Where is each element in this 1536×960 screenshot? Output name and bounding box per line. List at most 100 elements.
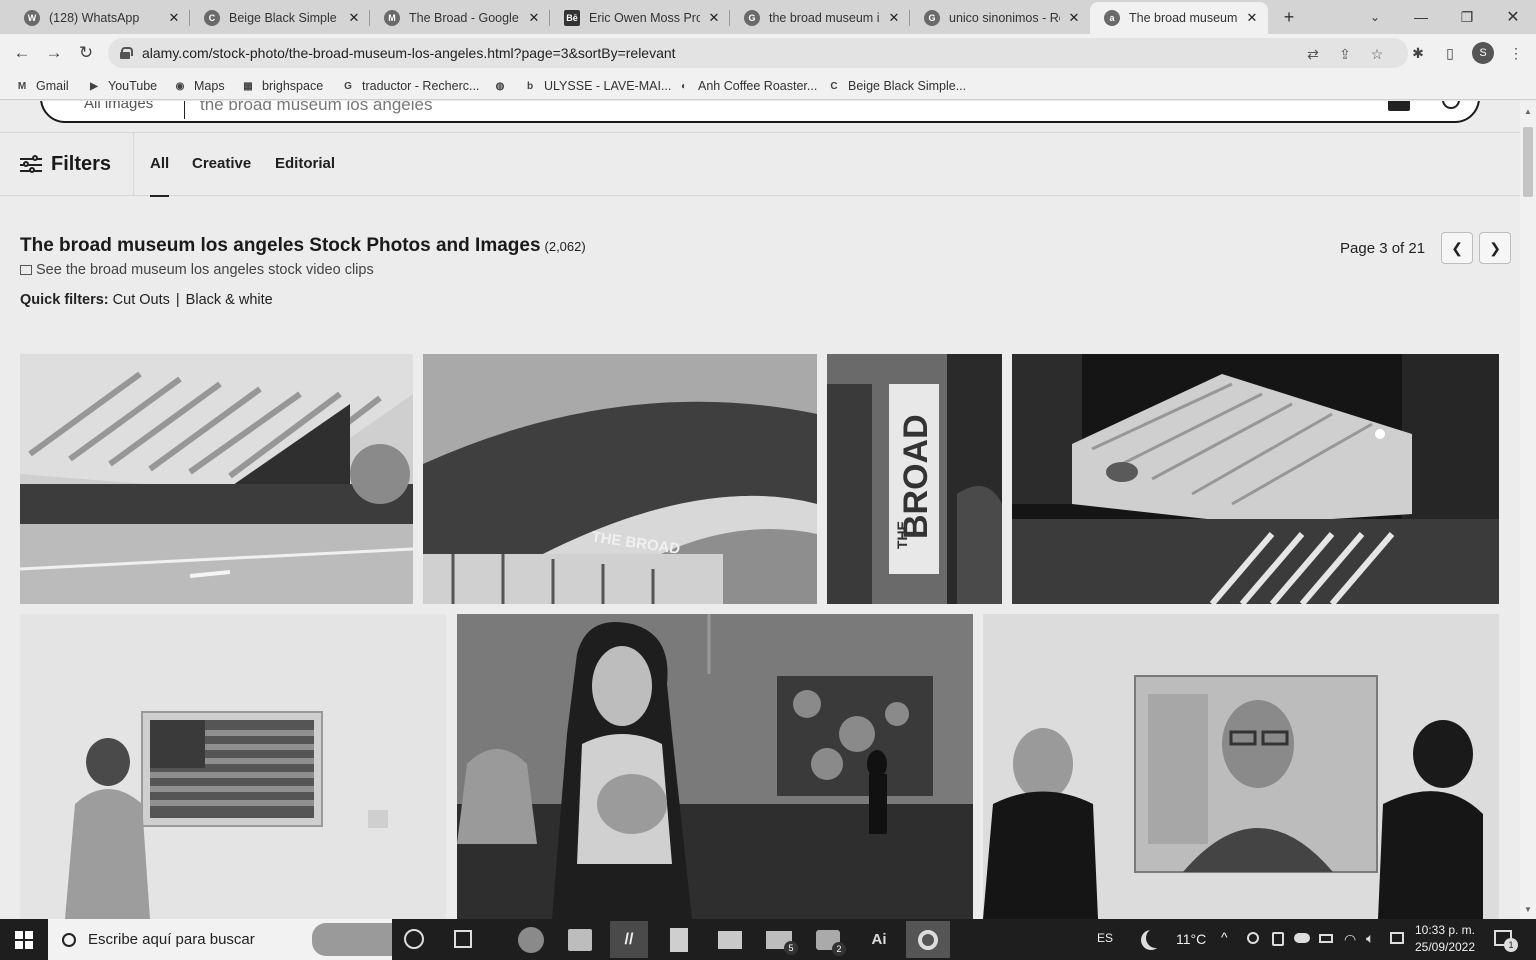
battery-icon[interactable]	[1319, 934, 1333, 943]
bookmark-canva[interactable]: C Beige Black Simple...	[826, 77, 966, 95]
translate-icon[interactable]: ⇄	[1304, 45, 1322, 63]
weather-temperature[interactable]: 11°C	[1176, 931, 1206, 947]
reload-button[interactable]: ↻	[72, 39, 100, 67]
share-icon[interactable]: ⇪	[1336, 45, 1354, 63]
tab-label: unico sinonimos - Rec	[949, 11, 1060, 25]
photo-sculpture-gallery[interactable]	[457, 614, 973, 919]
browser-tab-strip: W (128) WhatsApp ✕ C Beige Black Simple …	[0, 0, 1536, 34]
bookmark-ulysse[interactable]: b ULYSSE - LAVE-MAI...	[522, 77, 671, 95]
bookmark-brighspace[interactable]: ▦ brighspace	[240, 77, 323, 95]
input-language-indicator[interactable]: ES	[1097, 931, 1113, 945]
bookmark-gmail[interactable]: M Gmail	[14, 77, 69, 95]
page-scrollbar[interactable]: ▲ ▼	[1520, 101, 1536, 919]
keyboard-icon[interactable]	[1390, 932, 1404, 944]
task-view-icon[interactable]	[454, 930, 472, 948]
minimize-button[interactable]: —	[1406, 4, 1436, 30]
quick-filter-cut-outs[interactable]: Cut Outs	[113, 292, 170, 308]
tab-search-button[interactable]: ⌄	[1360, 4, 1390, 30]
new-tab-button[interactable]: +	[1274, 4, 1304, 30]
menu-icon[interactable]: ⋮	[1506, 43, 1526, 63]
tab-google-search-broad[interactable]: G the broad museum in ✕	[730, 2, 910, 34]
scroll-up-arrow-icon[interactable]: ▲	[1523, 107, 1533, 116]
taskbar-app-active[interactable]: //	[610, 921, 648, 958]
quick-filter-black-white[interactable]: Black & white	[186, 292, 273, 308]
bookmark-label: Gmail	[36, 79, 69, 93]
bookmark-label: Maps	[194, 79, 225, 93]
search-icon[interactable]	[1442, 101, 1460, 109]
tab-editorial[interactable]: Editorial	[275, 155, 335, 172]
taskbar-app-office[interactable]	[670, 928, 688, 952]
photo-portrait-painting-visitors[interactable]	[983, 614, 1499, 919]
photo-broad-facade-street[interactable]	[20, 354, 413, 604]
bookmark-maps[interactable]: ◉ Maps	[172, 77, 225, 95]
notification-center-button[interactable]: 1	[1494, 930, 1518, 952]
taskbar-search-box[interactable]: Escribe aquí para buscar	[48, 919, 392, 960]
close-icon[interactable]: ✕	[346, 10, 362, 26]
clock[interactable]: 10:33 p. m. 25/09/2022	[1412, 922, 1478, 956]
photo-broad-banner[interactable]: BROAD THE	[827, 354, 1002, 604]
cortana-icon[interactable]	[404, 929, 424, 949]
taskbar-app-edge[interactable]	[518, 927, 544, 953]
tab-alamy-active[interactable]: a The broad museum lo ✕	[1090, 2, 1268, 34]
close-icon[interactable]: ✕	[166, 10, 182, 26]
scrollbar-thumb[interactable]	[1523, 127, 1533, 197]
bookmark-label: ULYSSE - LAVE-MAI...	[544, 79, 672, 93]
search-category-select[interactable]: All images	[84, 101, 153, 112]
bookmark-label: YouTube	[108, 79, 158, 93]
side-panel-icon[interactable]: ▯	[1440, 43, 1460, 63]
next-page-button[interactable]: ❯	[1479, 232, 1512, 264]
taskbar-search-placeholder: Escribe aquí para buscar	[88, 931, 255, 948]
tab-label: Beige Black Simple Mi	[229, 11, 340, 25]
cloud-sync-icon[interactable]	[1294, 933, 1310, 943]
tab-google-search-sinonimos[interactable]: G unico sinonimos - Rec ✕	[910, 2, 1090, 34]
forward-button[interactable]: →	[40, 39, 68, 67]
close-icon[interactable]: ✕	[886, 10, 902, 26]
extensions-icon[interactable]: ✱	[1408, 43, 1428, 63]
taskbar-app-mail[interactable]: 5	[766, 931, 798, 955]
close-icon[interactable]: ✕	[1066, 10, 1082, 26]
alamy-icon: a	[1104, 10, 1120, 26]
tab-whatsapp[interactable]: W (128) WhatsApp ✕	[10, 2, 190, 34]
restore-button[interactable]: ❐	[1452, 4, 1482, 30]
bookmark-globe[interactable]: ◍	[492, 77, 514, 95]
wifi-icon[interactable]: ◠	[1344, 931, 1356, 948]
photo-flag-painting-visitor[interactable]	[20, 614, 446, 919]
taskbar-app-explorer[interactable]	[718, 931, 742, 949]
close-icon[interactable]: ✕	[526, 10, 542, 26]
close-icon[interactable]: ✕	[1244, 10, 1260, 26]
taskbar-app-store[interactable]	[568, 929, 592, 951]
teams-badge: 2	[832, 942, 846, 956]
taskbar-app-teams[interactable]: 2	[816, 930, 846, 956]
search-input[interactable]: the broad museum los angeles	[200, 101, 432, 115]
bookmark-star-icon[interactable]: ☆	[1368, 45, 1386, 63]
bookmark-traductor[interactable]: G traductor - Recherc...	[340, 77, 479, 95]
tab-google-maps[interactable]: M The Broad - Google M ✕	[370, 2, 550, 34]
meet-now-icon[interactable]	[1272, 932, 1284, 946]
filters-button[interactable]: Filters	[0, 133, 134, 196]
tab-creative[interactable]: Creative	[192, 155, 251, 172]
tab-behance[interactable]: Bē Eric Owen Moss Proye ✕	[550, 2, 730, 34]
back-button[interactable]: ←	[8, 39, 36, 67]
prev-page-button[interactable]: ❮	[1441, 232, 1474, 264]
volume-icon[interactable]: 🔈︎	[1366, 930, 1374, 947]
camera-icon[interactable]	[1388, 101, 1410, 111]
scroll-down-arrow-icon[interactable]: ▼	[1523, 905, 1533, 914]
bookmark-anh-coffee[interactable]: ◐ Anh Coffee Roaster...	[676, 77, 817, 95]
tab-all[interactable]: All	[150, 155, 170, 197]
start-button[interactable]	[0, 919, 48, 960]
bookmark-youtube[interactable]: ▶ YouTube	[86, 77, 157, 95]
window-close-button[interactable]: ✕	[1498, 4, 1528, 30]
close-icon[interactable]: ✕	[706, 10, 722, 26]
taskbar-app-chrome[interactable]	[906, 921, 950, 958]
search-bar[interactable]: All images the broad museum los angeles	[40, 101, 1480, 123]
filters-label: Filters	[51, 153, 112, 175]
photo-broad-curved-entrance[interactable]: THE BROAD	[423, 354, 817, 604]
profile-avatar[interactable]: S	[1472, 42, 1494, 64]
address-bar[interactable]: alamy.com/stock-photo/the-broad-museum-l…	[108, 38, 1408, 68]
brighspace-icon: ▦	[243, 80, 253, 92]
chevron-up-icon[interactable]: ^	[1221, 929, 1228, 945]
video-clips-link[interactable]: See the broad museum los angeles stock v…	[20, 262, 374, 278]
tab-canva-design[interactable]: C Beige Black Simple Mi ✕	[190, 2, 370, 34]
taskbar-app-illustrator[interactable]: Ai	[862, 921, 896, 958]
photo-broad-night[interactable]	[1012, 354, 1499, 604]
